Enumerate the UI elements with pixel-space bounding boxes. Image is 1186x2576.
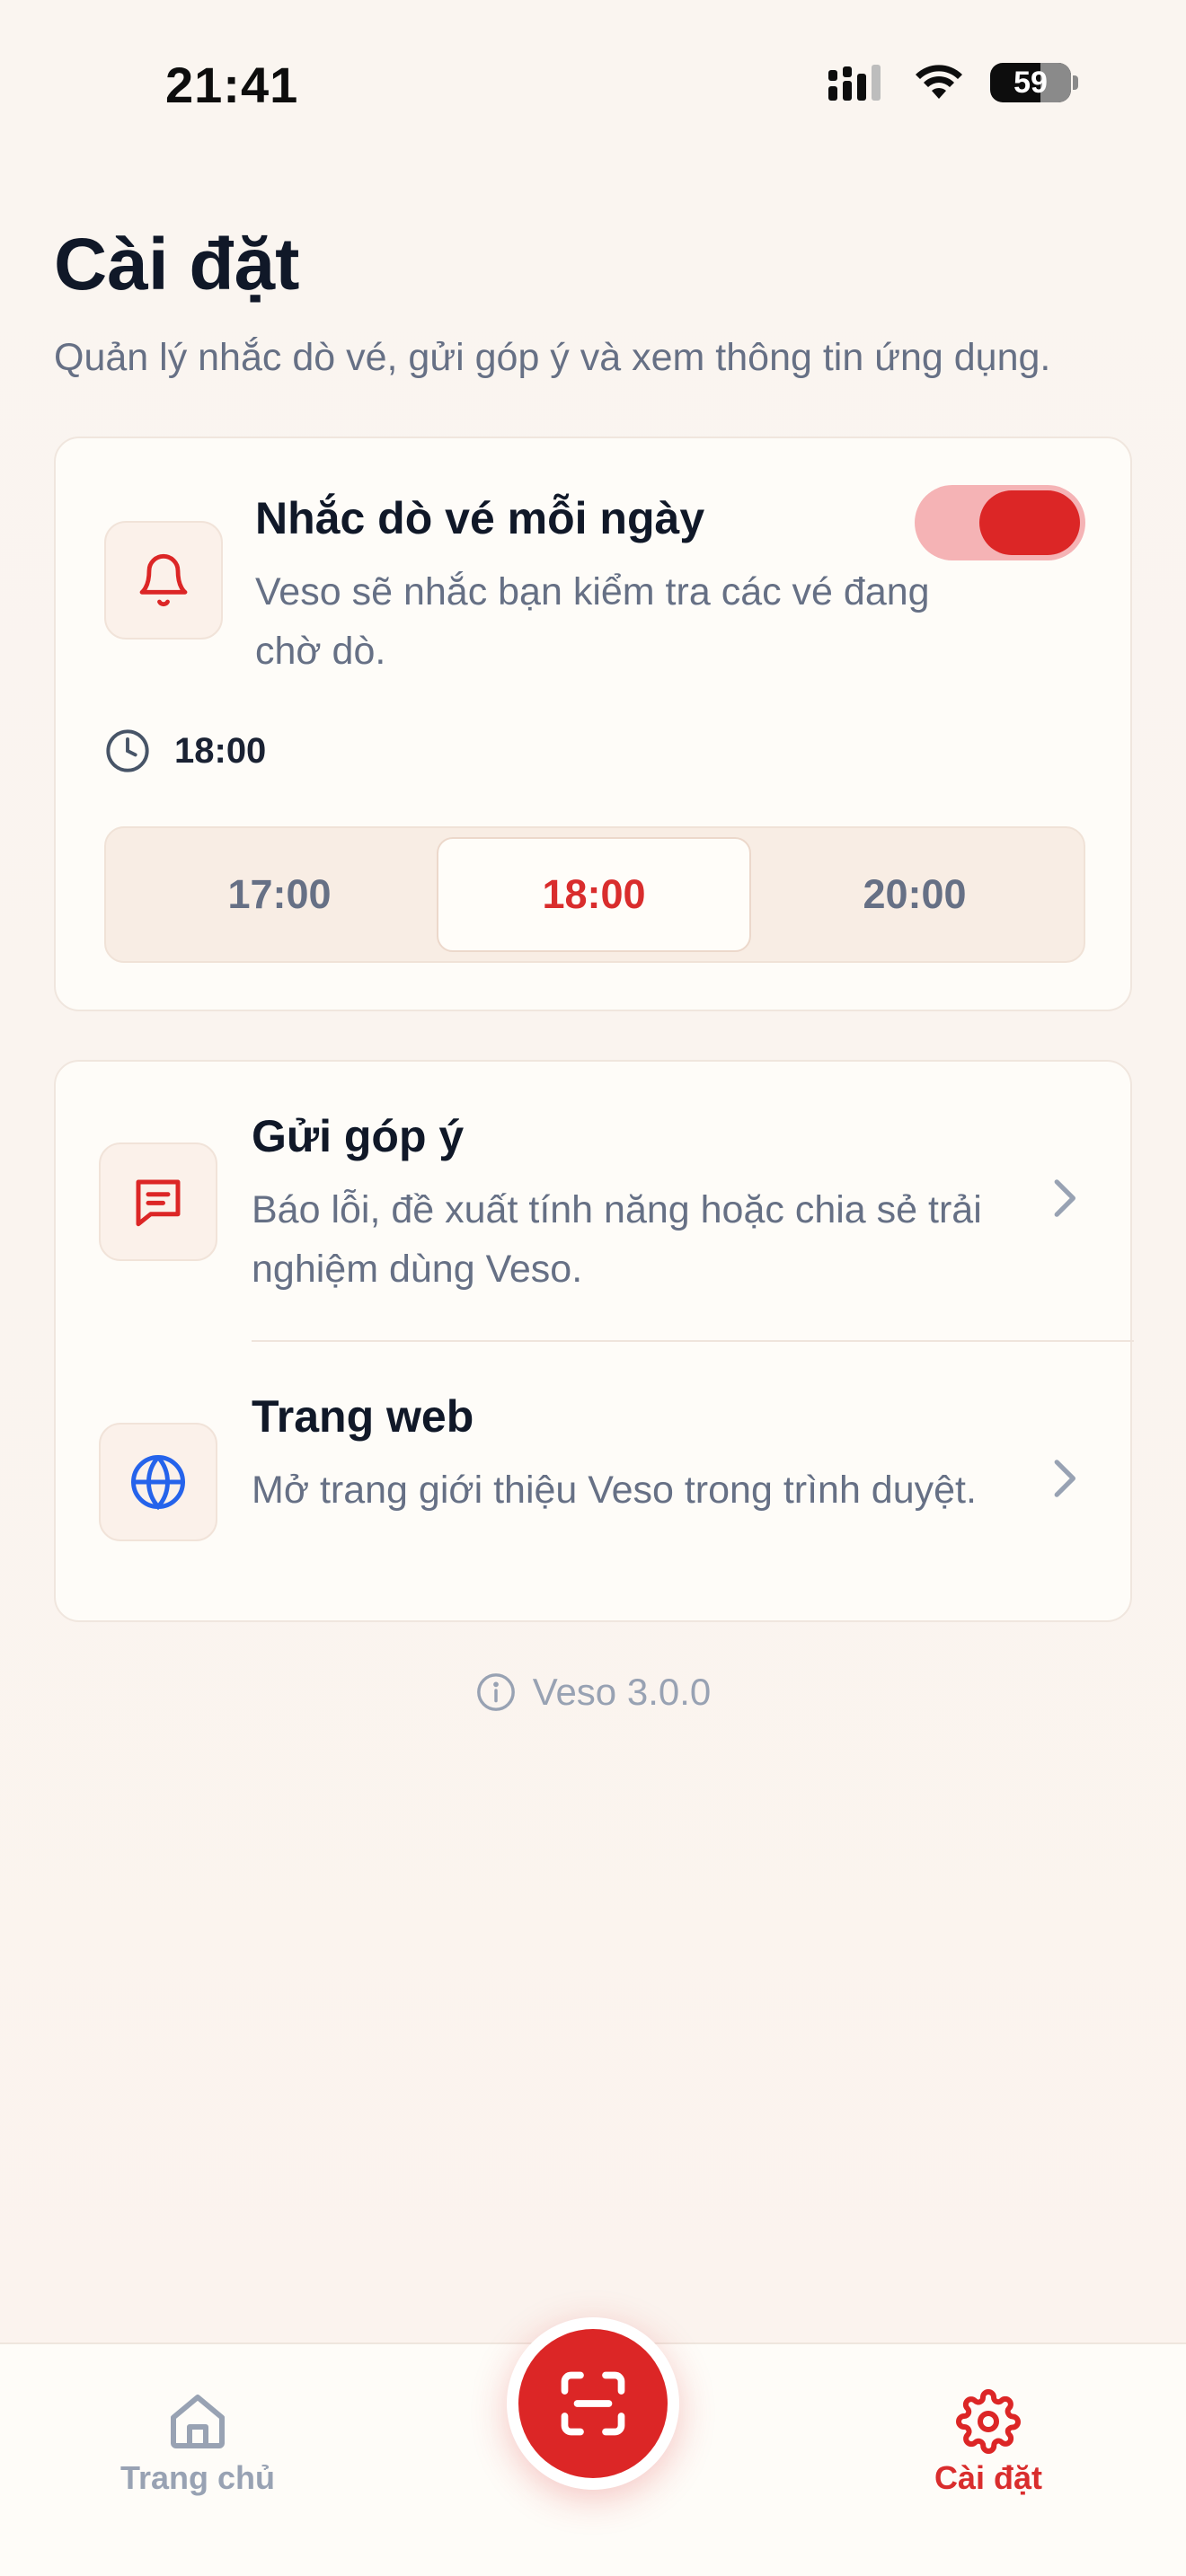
status-time: 21:41	[165, 57, 299, 113]
time-option-1800-selected[interactable]: 18:00	[437, 837, 751, 952]
nav-settings[interactable]: Cài đặt	[881, 2389, 1096, 2497]
message-icon	[136, 1179, 181, 1227]
wifi-icon	[916, 65, 962, 99]
battery-level: 59	[1013, 65, 1048, 100]
chevron-right-icon	[1054, 1179, 1075, 1217]
scan-button-inner	[518, 2329, 668, 2478]
feedback-title: Gửi góp ý	[252, 1111, 465, 1161]
website-icon-box	[99, 1423, 217, 1541]
reminder-current-time: 18:00	[174, 730, 267, 771]
website-row[interactable]: Trang web Mở trang giới thiệu Veso trong…	[56, 1342, 1134, 1622]
nav-settings-label: Cài đặt	[934, 2459, 1043, 2496]
links-card: Gửi góp ý Báo lỗi, đề xuất tính năng hoặ…	[54, 1060, 1134, 1622]
scan-icon	[561, 2371, 625, 2436]
gear-icon	[956, 2389, 1021, 2454]
globe-icon	[131, 1455, 185, 1511]
page-title: Cài đặt	[54, 224, 300, 305]
app-version: Veso 3.0.0	[0, 1671, 1186, 1714]
reminder-title: Nhắc dò vé mỗi ngày	[255, 493, 705, 543]
time-selector: 17:00 18:00 20:00	[104, 826, 1085, 963]
feedback-row[interactable]: Gửi góp ý Báo lỗi, đề xuất tính năng hoặ…	[56, 1062, 1134, 1342]
toggle-knob	[979, 490, 1080, 555]
website-description: Mở trang giới thiệu Veso trong trình duy…	[252, 1469, 977, 1512]
version-text: Veso 3.0.0	[532, 1671, 712, 1713]
bell-icon	[139, 553, 188, 607]
scan-button[interactable]	[507, 2317, 679, 2490]
cellular-signal-icon	[828, 65, 881, 101]
website-title: Trang web	[252, 1391, 474, 1442]
feedback-icon-box	[99, 1142, 217, 1261]
home-icon	[171, 2395, 225, 2448]
feedback-description: Báo lỗi, đề xuất tính năng hoặc chia sẻ …	[252, 1188, 982, 1291]
battery-icon: 59	[990, 63, 1071, 102]
info-icon	[476, 1673, 515, 1711]
time-option-1700[interactable]: 17:00	[122, 837, 437, 952]
clock-icon	[106, 729, 149, 772]
nav-home-label: Trang chủ	[119, 2459, 276, 2496]
reminder-icon-box	[104, 521, 223, 640]
reminder-description: Veso sẽ nhắc bạn kiểm tra các vé đang ch…	[255, 570, 930, 673]
reminder-toggle[interactable]	[915, 485, 1085, 560]
chevron-right-icon	[1054, 1460, 1075, 1497]
page-subtitle: Quản lý nhắc dò vé, gửi góp ý và xem thô…	[54, 336, 1051, 379]
reminder-time-row: 18:00	[104, 728, 266, 774]
reminder-card: Nhắc dò vé mỗi ngày Veso sẽ nhắc bạn kiể…	[54, 437, 1132, 1011]
nav-home[interactable]: Trang chủ	[90, 2389, 305, 2497]
status-bar: 21:41 59	[0, 0, 1186, 171]
status-icons: 59	[828, 63, 1078, 102]
time-option-2000[interactable]: 20:00	[757, 837, 1072, 952]
settings-screen: 21:41 59 Cài đặt Quản lý nhắc dò vé, gửi…	[0, 0, 1186, 2576]
